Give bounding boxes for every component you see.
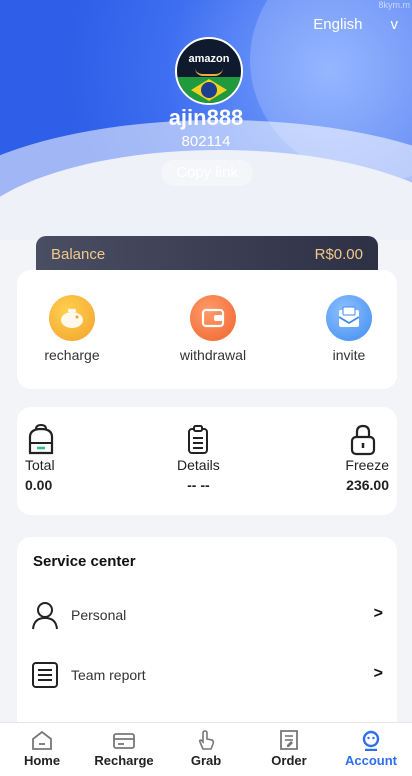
chevron-right-icon: > [373, 605, 383, 622]
tab-order[interactable]: Order [248, 729, 330, 768]
hand-tap-icon [198, 730, 215, 750]
language-label: English [313, 16, 363, 33]
tab-order-label: Order [271, 753, 307, 768]
stat-freeze-value: 236.00 [346, 477, 389, 493]
stat-details-label: Details [177, 457, 220, 473]
avatar: amazon [175, 37, 243, 105]
avatar-smile-icon [195, 68, 223, 76]
account-icon [362, 730, 380, 751]
stats-card: Total 0.00 Details -- -- Freeze 236.00 [17, 407, 397, 515]
envelope-icon [326, 295, 372, 341]
service-item-label: Personal [71, 607, 127, 623]
balance-label: Balance [51, 246, 106, 263]
invite-button[interactable]: invite [294, 295, 404, 363]
stat-total-label: Total [25, 457, 55, 473]
tab-account-label: Account [345, 753, 397, 768]
clipboard-icon [188, 425, 209, 454]
order-document-icon [280, 730, 298, 750]
recharge-label: recharge [44, 347, 100, 363]
service-center-card: Service center Personal > Team report > [17, 537, 397, 737]
copy-link-button[interactable]: Copy link [161, 160, 253, 186]
service-item-label: Team report [71, 667, 146, 683]
tab-recharge-label: Recharge [94, 753, 154, 768]
username: ajin888 [168, 105, 244, 130]
withdrawal-button[interactable]: withdrawal [158, 295, 268, 363]
language-selector[interactable]: English v [313, 16, 398, 33]
balance-value: R$0.00 [314, 246, 363, 263]
stat-details-value: -- -- [187, 477, 210, 493]
service-item-personal[interactable]: Personal > [31, 596, 383, 636]
chevron-right-icon: > [373, 665, 383, 682]
tab-home-label: Home [23, 753, 61, 768]
flag-icon [177, 77, 241, 103]
chevron-down-icon: v [390, 16, 399, 33]
stat-freeze-label: Freeze [345, 457, 389, 473]
withdrawal-label: withdrawal [179, 347, 247, 363]
tab-account[interactable]: Account [330, 729, 412, 768]
quick-actions-card: recharge withdrawal invite [17, 270, 397, 389]
backpack-icon [28, 423, 54, 455]
tab-recharge[interactable]: Recharge [83, 729, 165, 768]
stat-details[interactable]: Details -- -- [177, 423, 220, 493]
card-icon [113, 733, 135, 749]
report-icon [32, 662, 58, 688]
invite-label: invite [332, 347, 366, 363]
watermark: 8kym.m [378, 0, 411, 10]
tab-grab-label: Grab [190, 753, 222, 768]
bottom-tab-bar: Home Recharge Grab Order Account [0, 722, 412, 776]
person-icon [32, 602, 58, 630]
recharge-button[interactable]: recharge [17, 295, 127, 363]
service-center-title: Service center [33, 553, 136, 570]
stat-total-value: 0.00 [25, 477, 53, 493]
service-item-team-report[interactable]: Team report > [31, 656, 383, 696]
tab-home[interactable]: Home [1, 729, 83, 768]
home-icon [32, 730, 52, 750]
stat-freeze[interactable]: Freeze 236.00 [345, 423, 389, 493]
stat-total[interactable]: Total 0.00 [25, 423, 57, 493]
tab-grab[interactable]: Grab [165, 729, 247, 768]
avatar-brand-text: amazon [188, 53, 230, 65]
user-id: 802114 [181, 133, 231, 150]
wallet-icon [190, 295, 236, 341]
lock-icon [350, 424, 376, 456]
piggy-bank-icon [49, 295, 95, 341]
